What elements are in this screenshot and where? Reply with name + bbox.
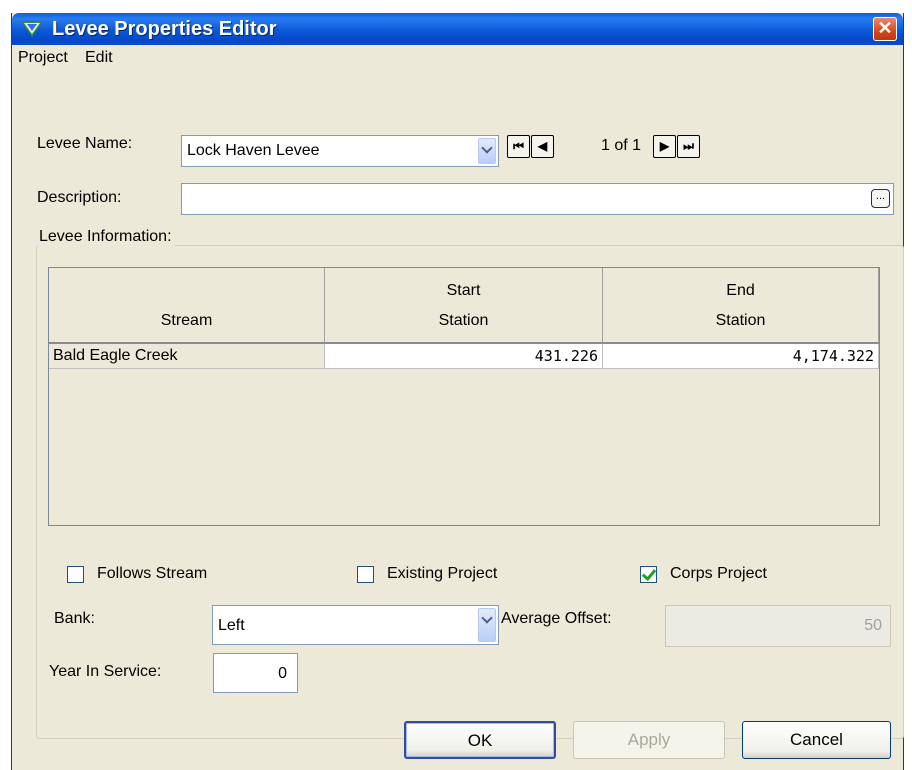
next-record-icon: ▶ — [659, 139, 670, 153]
existing-project-label: Existing Project — [387, 565, 498, 582]
levee-properties-editor-window: Levee Properties Editor ✕ Project Edit L… — [11, 13, 904, 770]
corps-project-label: Corps Project — [670, 565, 767, 582]
levee-stations-table[interactable]: Stream Start Station End Station Bald Ea… — [48, 267, 880, 526]
title-bar[interactable]: Levee Properties Editor ✕ — [12, 13, 903, 45]
last-record-button[interactable]: ⏭ — [677, 135, 700, 158]
average-offset-label: Average Offset: — [501, 610, 612, 627]
last-record-icon: ⏭ — [683, 139, 694, 153]
follows-stream-checkbox[interactable] — [67, 566, 84, 583]
average-offset-field[interactable]: 50 — [665, 605, 891, 647]
description-label: Description: — [37, 189, 122, 206]
ok-button[interactable]: OK — [404, 721, 556, 759]
close-button[interactable]: ✕ — [873, 17, 897, 41]
previous-record-icon: ◀ — [537, 139, 548, 153]
column-header-start-line2: Station — [438, 312, 489, 329]
bank-dropdown[interactable]: Left — [212, 605, 499, 645]
record-count: 1 of 1 — [601, 137, 642, 154]
first-record-icon: ⏮ — [513, 139, 524, 153]
bank-value: Left — [218, 617, 245, 634]
cell-end-station[interactable]: 4,174.322 — [603, 344, 879, 369]
column-header-stream[interactable]: Stream — [49, 268, 325, 344]
bank-label: Bank: — [54, 610, 95, 627]
window-title: Levee Properties Editor — [52, 18, 277, 40]
levee-information-title: Levee Information: — [36, 228, 175, 246]
previous-record-button[interactable]: ◀ — [531, 135, 554, 158]
column-header-end-station[interactable]: End Station — [603, 268, 879, 344]
cancel-button[interactable]: Cancel — [742, 721, 891, 759]
menu-bar: Project Edit — [12, 45, 903, 71]
ellipsis-icon: ... — [875, 190, 886, 202]
existing-project-checkbox[interactable] — [357, 566, 374, 583]
column-header-end-line1: End — [726, 282, 755, 299]
close-icon: ✕ — [877, 18, 893, 38]
app-icon — [21, 21, 43, 37]
cell-stream[interactable]: Bald Eagle Creek — [49, 344, 325, 369]
menu-project[interactable]: Project — [18, 49, 68, 67]
next-record-button[interactable]: ▶ — [653, 135, 676, 158]
follows-stream-label: Follows Stream — [97, 565, 208, 582]
description-ellipsis-button[interactable]: ... — [871, 189, 890, 208]
cell-start-station[interactable]: 431.226 — [325, 344, 603, 369]
column-header-start-station[interactable]: Start Station — [325, 268, 603, 344]
record-navigator: ⏮ ◀ 1 of 1 ▶ ⏭ — [12, 131, 903, 163]
apply-button[interactable]: Apply — [573, 721, 725, 759]
menu-edit[interactable]: Edit — [85, 49, 113, 67]
year-in-service-label: Year In Service: — [49, 663, 162, 680]
first-record-button[interactable]: ⏮ — [507, 135, 530, 158]
column-header-end-line2: Station — [715, 312, 766, 329]
dropdown-arrow-icon[interactable] — [478, 608, 496, 642]
column-header-stream-label: Stream — [160, 312, 213, 329]
description-field[interactable]: ... — [181, 183, 894, 215]
column-header-start-line1: Start — [446, 282, 481, 299]
year-in-service-field[interactable]: 0 — [213, 653, 298, 693]
corps-project-checkbox[interactable] — [640, 566, 657, 583]
